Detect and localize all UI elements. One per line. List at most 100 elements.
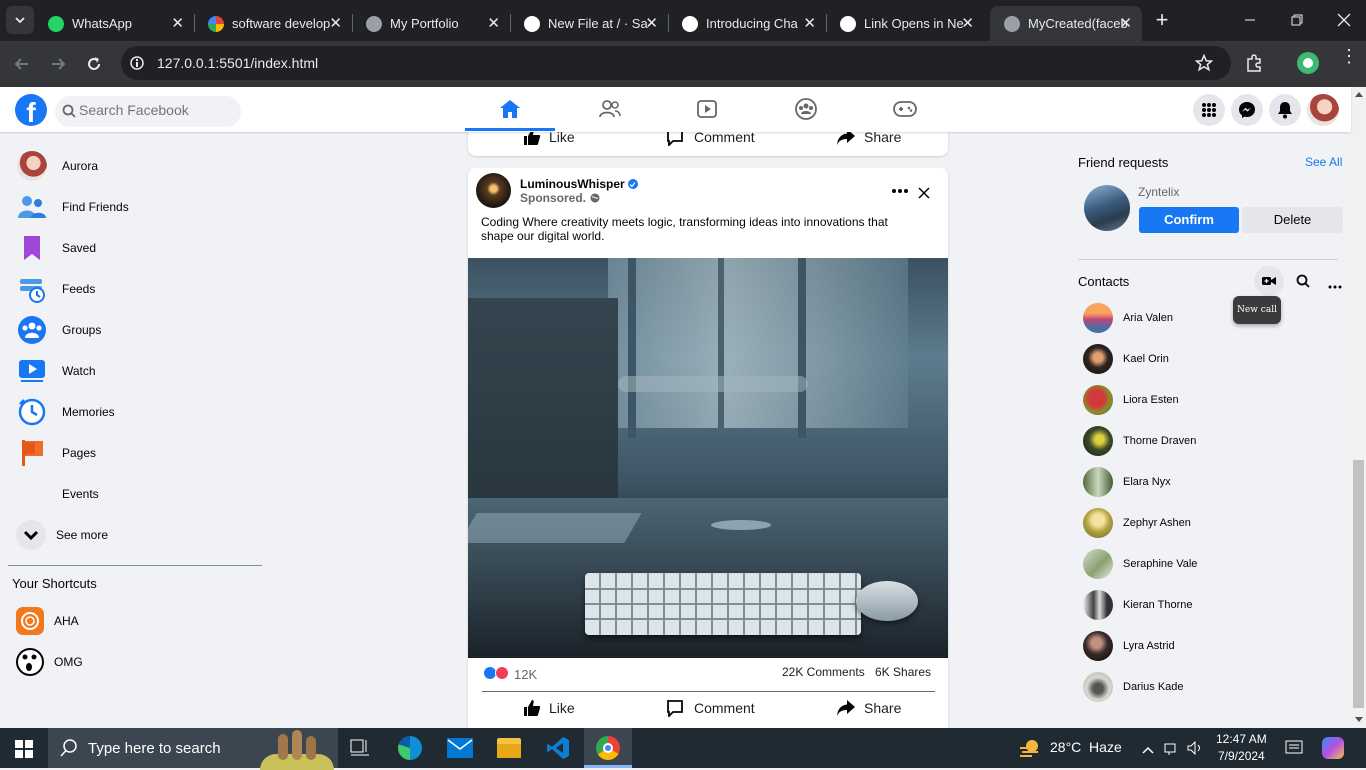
weather-icon[interactable] <box>1018 738 1042 763</box>
contact-item[interactable]: Liora Esten <box>1083 385 1179 415</box>
task-view-button[interactable] <box>350 739 370 762</box>
forward-button[interactable] <box>48 54 68 79</box>
sidebar-item-find-friends[interactable]: Find Friends <box>16 189 129 225</box>
post-close-button[interactable] <box>917 186 931 200</box>
contact-item[interactable]: Elara Nyx <box>1083 467 1171 497</box>
sidebar-item-watch[interactable]: Watch <box>16 353 96 389</box>
search-input[interactable] <box>79 102 229 118</box>
close-icon[interactable]: ✕ <box>171 14 184 32</box>
shortcut-omg[interactable]: OMG <box>14 644 83 680</box>
post-image[interactable] <box>468 258 948 658</box>
sidebar-item-saved[interactable]: Saved <box>16 230 96 266</box>
contact-item[interactable]: Thorne Draven <box>1083 426 1196 456</box>
close-window-button[interactable] <box>1334 10 1354 30</box>
delete-button[interactable]: Delete <box>1242 207 1343 233</box>
post-author-name[interactable]: LuminousWhisper <box>520 177 625 191</box>
volume-icon[interactable] <box>1186 740 1204 761</box>
post-author-avatar[interactable] <box>476 173 511 208</box>
close-icon[interactable]: ✕ <box>961 14 974 32</box>
sidebar-item-events[interactable]: Events <box>16 476 99 512</box>
restore-button[interactable] <box>1287 10 1307 30</box>
request-name[interactable]: Zyntelix <box>1138 185 1179 199</box>
extensions-button[interactable] <box>1244 53 1264 78</box>
comment-button[interactable]: Comment <box>666 699 755 717</box>
tab-introducing[interactable]: Introducing Cha ✕ <box>668 6 826 41</box>
confirm-button[interactable]: Confirm <box>1139 207 1239 233</box>
close-icon[interactable]: ✕ <box>645 14 658 32</box>
contact-item[interactable]: Kael Orin <box>1083 344 1169 374</box>
sidebar-item-profile[interactable]: Aurora <box>16 148 98 184</box>
mail-taskbar-icon[interactable] <box>447 738 473 758</box>
tab-github[interactable]: New File at / · Sa ✕ <box>510 6 668 41</box>
contact-item[interactable]: Aria Valen <box>1083 303 1173 333</box>
contact-item[interactable]: Lyra Astrid <box>1083 631 1175 661</box>
request-avatar[interactable] <box>1084 185 1130 231</box>
back-button[interactable] <box>12 54 32 79</box>
tab-link-opens[interactable]: Link Opens in Ne ✕ <box>826 6 984 41</box>
site-info-icon[interactable] <box>129 55 145 71</box>
scrollbar-thumb[interactable] <box>1353 460 1364 708</box>
browser-menu-button[interactable]: ⋮ <box>1340 47 1358 65</box>
new-tab-button[interactable]: + <box>1150 8 1174 32</box>
clock-time[interactable]: 12:47 AM <box>1216 732 1267 746</box>
sidebar-item-feeds[interactable]: Feeds <box>16 271 95 307</box>
tab-mycreated-active[interactable]: MyCreated(faceb ✕ <box>990 6 1142 41</box>
weather-text[interactable]: 28°C Haze <box>1050 739 1122 755</box>
sidebar-item-pages[interactable]: Pages <box>16 435 96 471</box>
notification-center-button[interactable] <box>1285 740 1303 761</box>
start-button[interactable] <box>15 740 33 763</box>
nav-watch[interactable] <box>662 87 752 132</box>
address-bar[interactable]: 127.0.0.1:5501/index.html <box>121 46 1231 80</box>
reaction-icons[interactable] <box>483 666 509 680</box>
edge-taskbar-icon[interactable] <box>398 736 422 760</box>
minimize-button[interactable] <box>1240 10 1260 30</box>
sidebar-item-see-more[interactable]: See more <box>16 517 108 553</box>
page-scrollbar[interactable] <box>1351 87 1366 728</box>
account-avatar[interactable] <box>1307 94 1339 126</box>
profile-button[interactable] <box>1297 52 1319 74</box>
tab-portfolio[interactable]: My Portfolio ✕ <box>352 6 510 41</box>
close-icon[interactable]: ✕ <box>803 14 816 32</box>
nav-groups[interactable] <box>761 87 851 132</box>
post-sponsored-label[interactable]: Sponsored. <box>520 191 586 205</box>
close-icon[interactable]: ✕ <box>329 14 342 32</box>
chrome-taskbar-icon-active[interactable] <box>584 728 632 768</box>
menu-button[interactable] <box>1193 94 1225 126</box>
reload-button[interactable] <box>84 54 104 79</box>
file-explorer-taskbar-icon[interactable] <box>497 738 521 758</box>
vscode-taskbar-icon[interactable] <box>546 736 570 765</box>
sidebar-item-memories[interactable]: Memories <box>16 394 115 430</box>
new-call-button[interactable] <box>1254 266 1284 296</box>
shortcut-aha[interactable]: AHA <box>14 603 79 639</box>
sidebar-item-groups[interactable]: Groups <box>16 312 101 348</box>
search-contacts-button[interactable] <box>1296 274 1310 293</box>
post-options-button[interactable] <box>891 182 909 193</box>
close-icon[interactable]: ✕ <box>487 14 500 32</box>
notifications-button[interactable] <box>1269 94 1301 126</box>
messenger-button[interactable] <box>1231 94 1263 126</box>
contact-item[interactable]: Zephyr Ashen <box>1083 508 1191 538</box>
network-icon[interactable] <box>1163 740 1179 761</box>
see-all-link[interactable]: See All <box>1305 155 1342 169</box>
contact-item[interactable]: Seraphine Vale <box>1083 549 1197 579</box>
tab-search-button[interactable] <box>6 6 34 34</box>
reaction-count[interactable]: 12K <box>514 667 537 682</box>
contact-item[interactable]: Kieran Thorne <box>1083 590 1193 620</box>
copilot-icon[interactable] <box>1322 737 1344 759</box>
scroll-up-arrow[interactable] <box>1355 92 1363 97</box>
comments-count[interactable]: 22K Comments <box>782 665 865 679</box>
taskbar-search[interactable]: Type here to search <box>48 728 338 770</box>
star-bookmark-icon[interactable] <box>1195 54 1213 72</box>
tray-overflow-button[interactable] <box>1142 742 1154 760</box>
tab-whatsapp[interactable]: WhatsApp ✕ <box>34 6 194 41</box>
nav-home[interactable] <box>465 87 555 132</box>
share-button[interactable]: Share <box>836 699 901 717</box>
tab-google-search[interactable]: software develop ✕ <box>194 6 352 41</box>
shares-count[interactable]: 6K Shares <box>875 665 931 679</box>
nav-friends[interactable] <box>565 87 655 132</box>
contact-item[interactable]: Darius Kade <box>1083 672 1184 702</box>
scroll-down-arrow[interactable] <box>1355 717 1363 722</box>
nav-gaming[interactable] <box>860 87 950 132</box>
facebook-logo[interactable]: f <box>15 94 47 126</box>
search-box[interactable] <box>55 96 241 127</box>
